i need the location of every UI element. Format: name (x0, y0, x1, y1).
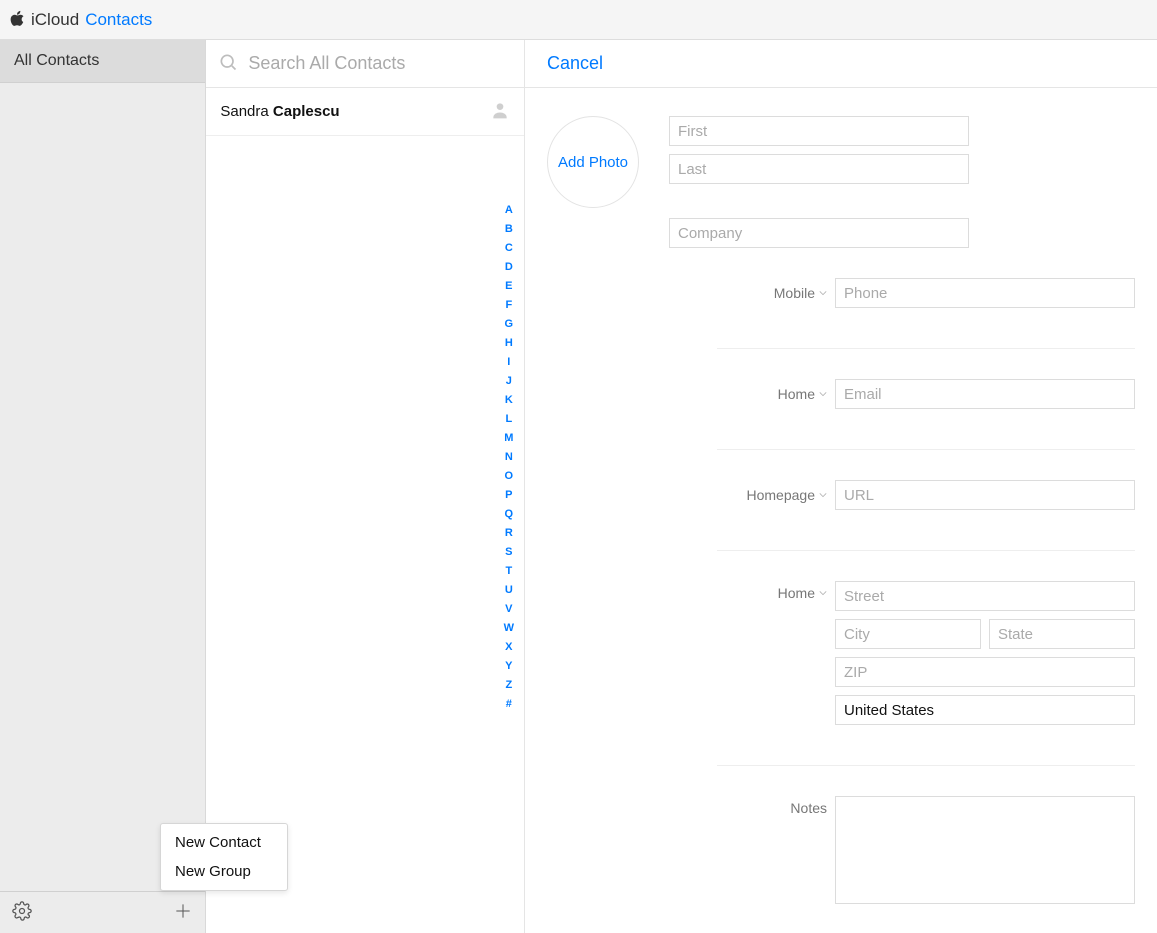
alphabet-letter[interactable]: X (505, 642, 512, 653)
gear-icon[interactable] (12, 901, 32, 924)
alphabet-letter[interactable]: R (505, 528, 513, 539)
alphabet-letter[interactable]: J (506, 376, 512, 387)
email-field[interactable] (835, 379, 1135, 409)
alphabet-letter[interactable]: N (505, 452, 513, 463)
first-name-field[interactable] (669, 116, 969, 146)
add-photo-button[interactable]: Add Photo (547, 116, 639, 208)
phone-type-selector[interactable]: Mobile (717, 285, 827, 301)
menu-item-label: New Contact (175, 834, 261, 851)
alphabet-letter[interactable]: D (505, 262, 513, 273)
alphabet-letter[interactable]: A (505, 205, 513, 216)
banner-contacts-label[interactable]: Contacts (85, 10, 152, 30)
alphabet-letter[interactable]: Z (505, 680, 512, 691)
alphabet-letter[interactable]: Y (505, 661, 512, 672)
alphabet-letter[interactable]: I (507, 357, 510, 368)
phone-field[interactable] (835, 278, 1135, 308)
contact-last-name: Caplescu (273, 103, 340, 120)
add-photo-label: Add Photo (558, 154, 628, 171)
label-text: Home (778, 585, 815, 601)
notes-field[interactable] (835, 796, 1135, 904)
groups-sidebar: All Contacts New Contact New Group (0, 40, 206, 933)
apple-logo-icon (10, 10, 25, 30)
contact-list-item[interactable]: Sandra Caplescu (206, 88, 524, 136)
search-input[interactable] (246, 52, 512, 75)
alphabet-letter[interactable]: B (505, 224, 513, 235)
chevron-down-icon (819, 491, 827, 499)
search-icon (218, 52, 238, 75)
menu-item-new-contact[interactable]: New Contact (161, 828, 287, 857)
alphabet-letter[interactable]: U (505, 585, 513, 596)
street-field[interactable] (835, 581, 1135, 611)
contact-name: Sandra Caplescu (220, 103, 339, 120)
chevron-down-icon (819, 289, 827, 297)
avatar-icon (490, 100, 510, 123)
alphabet-letter[interactable]: P (505, 490, 512, 501)
alphabet-letter[interactable]: W (504, 623, 514, 634)
cancel-button[interactable]: Cancel (547, 53, 603, 74)
last-name-field[interactable] (669, 154, 969, 184)
alphabet-letter[interactable]: V (505, 604, 512, 615)
contact-first-name: Sandra (220, 103, 268, 120)
alphabet-index: ABCDEFGHIJKLMNOPQRSTUVWXYZ # (504, 205, 514, 710)
label-text: Homepage (747, 487, 816, 503)
country-value: United States (844, 702, 934, 719)
notes-label: Notes (717, 796, 827, 816)
label-text: Mobile (774, 285, 815, 301)
alphabet-letter[interactable]: C (505, 243, 513, 254)
state-field[interactable] (989, 619, 1135, 649)
contact-detail-panel: Cancel Add Photo (525, 40, 1157, 933)
plus-icon[interactable] (173, 901, 193, 924)
alphabet-letter[interactable]: F (505, 300, 512, 311)
city-field[interactable] (835, 619, 981, 649)
zip-field[interactable] (835, 657, 1135, 687)
alphabet-letter[interactable]: G (505, 319, 514, 330)
alphabet-letter[interactable]: K (505, 395, 513, 406)
label-text: Home (778, 386, 815, 402)
menu-item-label: New Group (175, 863, 251, 880)
app-banner: iCloud Contacts (0, 0, 1157, 40)
menu-item-new-group[interactable]: New Group (161, 857, 287, 886)
address-type-selector[interactable]: Home (717, 585, 827, 601)
alphabet-letter[interactable]: T (505, 566, 512, 577)
alphabet-letter[interactable]: H (505, 338, 513, 349)
chevron-down-icon (819, 589, 827, 597)
banner-icloud-label: iCloud (31, 10, 79, 30)
alphabet-letter[interactable]: # (506, 699, 512, 710)
email-type-selector[interactable]: Home (717, 386, 827, 402)
url-type-selector[interactable]: Homepage (717, 487, 827, 503)
sidebar-item-label: All Contacts (14, 52, 99, 69)
search-row (206, 40, 524, 88)
url-field[interactable] (835, 480, 1135, 510)
country-field[interactable]: United States (835, 695, 1135, 725)
alphabet-letter[interactable]: M (504, 433, 513, 444)
alphabet-letter[interactable]: Q (505, 509, 514, 520)
sidebar-item-all-contacts[interactable]: All Contacts (0, 40, 205, 83)
alphabet-letter[interactable]: E (505, 281, 512, 292)
add-menu-popup: New Contact New Group (160, 823, 288, 891)
alphabet-letter[interactable]: S (505, 547, 512, 558)
alphabet-letter[interactable]: O (505, 471, 514, 482)
company-field[interactable] (669, 218, 969, 248)
chevron-down-icon (819, 390, 827, 398)
alphabet-letter[interactable]: L (505, 414, 512, 425)
contacts-list-panel: Sandra Caplescu ABCDEFGHIJKLMNOPQRSTUVWX… (206, 40, 525, 933)
